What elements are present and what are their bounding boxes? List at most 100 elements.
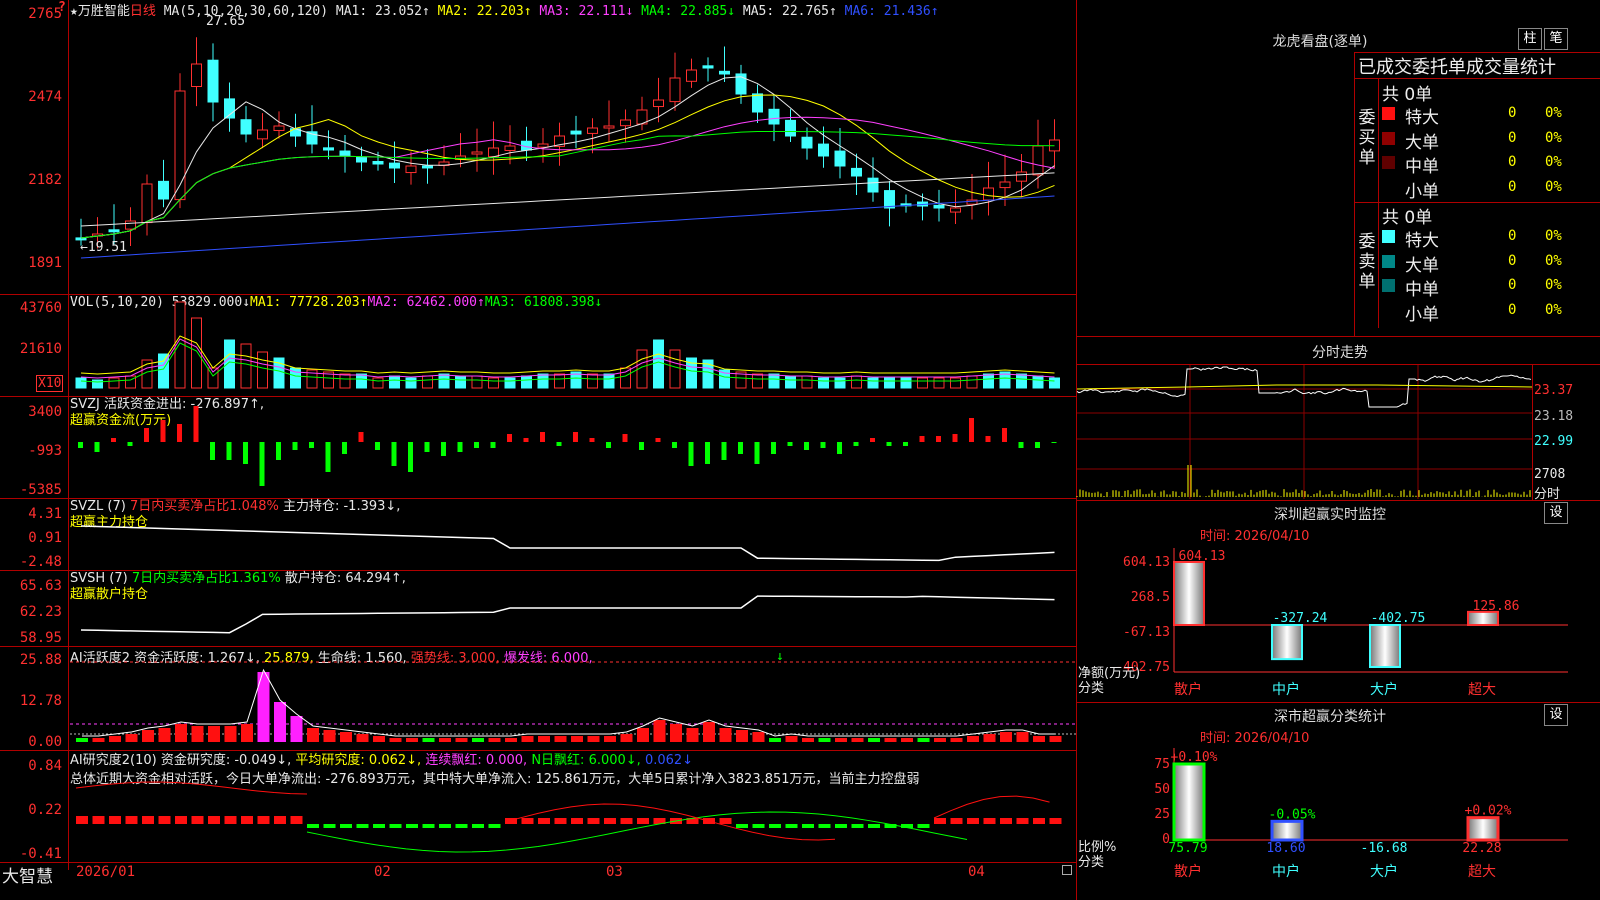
classify-ylabel: 比例%: [1078, 840, 1117, 855]
volume-bar: [933, 377, 945, 389]
order-count: 0: [1508, 129, 1517, 146]
fund-flow-bar: [309, 442, 314, 448]
activity-bar: [818, 738, 831, 742]
candle-body: [686, 69, 697, 82]
volume-bar: [1016, 373, 1027, 389]
research-bar: [917, 824, 930, 828]
volume-bar: [504, 377, 516, 389]
volume-bar: [867, 377, 879, 389]
candlestick-chart[interactable]: [70, 16, 1076, 292]
fund-flow-bar: [672, 442, 677, 448]
research-bar: [439, 824, 451, 828]
research-bar: [637, 818, 649, 824]
tick-view-button[interactable]: 笔: [1544, 28, 1568, 50]
activity-bar: [274, 702, 286, 742]
monitor-axis-title: 净额(万元) 分类: [1078, 666, 1140, 696]
monitor-settings-button[interactable]: 设: [1544, 502, 1568, 524]
vol-axis-label: 43760: [19, 300, 62, 316]
main-force-chart[interactable]: [70, 500, 1076, 570]
activity-bar: [323, 730, 336, 742]
volume-bar: [554, 373, 565, 389]
volume-bar: [224, 339, 235, 389]
monitor-date: 时间: 2026/04/10: [1200, 529, 1310, 544]
activity-bar: [802, 738, 814, 742]
fund-flow-bar: [573, 432, 578, 442]
order-count: 0: [1508, 105, 1517, 121]
activity-bar: [1033, 736, 1045, 742]
fund-flow-bar: [78, 442, 83, 448]
monitor-axis-label: -67.13: [1123, 625, 1170, 640]
activity-bar: [884, 738, 897, 742]
activity-bar: [785, 736, 798, 742]
research-line-red: [933, 795, 1050, 819]
retail-line: [80, 595, 1055, 634]
fund-flow-bar: [804, 442, 809, 450]
intraday-chart[interactable]: [1076, 365, 1533, 499]
volume-bar: [471, 375, 483, 389]
net-amount-bar: [1271, 624, 1303, 661]
fund-flow-bar: [820, 442, 826, 448]
research-bar: [92, 816, 105, 824]
research-bar: [274, 816, 286, 824]
order-size-label: 中单: [1405, 157, 1439, 177]
fund-flow-bar: [606, 442, 611, 448]
research-bar: [818, 824, 831, 828]
fund-flow-chart[interactable]: [70, 398, 1076, 498]
volume-bar: [488, 377, 499, 389]
column-view-button[interactable]: 柱: [1518, 28, 1542, 50]
candle-body: [504, 145, 516, 151]
brand-logo[interactable]: 大智慧: [2, 862, 53, 887]
monitor-title: 深圳超赢实时监控: [1274, 507, 1386, 523]
volume-bar: [851, 375, 862, 389]
volume-chart[interactable]: [70, 296, 1076, 396]
divider: [1378, 78, 1379, 328]
candle-body: [537, 143, 549, 148]
order-size-label: 特大: [1405, 231, 1439, 251]
activity-bar: [472, 738, 484, 742]
fund-flow-bar: [391, 442, 397, 466]
volume-bar: [438, 373, 450, 389]
research-chart[interactable]: [70, 752, 1076, 862]
ratio-chart[interactable]: 7550250+0.10%75.79散户-0.05%18.60中户-16.68大…: [1078, 748, 1600, 900]
net-amount-chart[interactable]: 604.13 268.5 -67.13 -402.75 604.13 散户 -327.24 中…: [1078, 548, 1600, 704]
ma-line: [80, 195, 1055, 259]
candle-body: [653, 99, 664, 108]
retail-holding-chart[interactable]: [70, 572, 1076, 646]
activity-bar: [406, 738, 418, 742]
fund-flow-bar: [259, 442, 265, 486]
research-bar: [109, 816, 121, 824]
color-swatch: [1382, 230, 1395, 243]
monitor-ylabel: 净额(万元): [1078, 666, 1141, 681]
candle-body: [933, 204, 945, 209]
fund-flow-bar: [1018, 442, 1024, 448]
volume-bar: [900, 377, 912, 389]
research-bar: [373, 824, 385, 828]
classify-xlabel: 分类: [1078, 855, 1105, 870]
research-bar: [604, 818, 616, 824]
volume-bar: [818, 377, 829, 389]
classify-axis-title: 比例% 分类: [1078, 840, 1116, 870]
research-bar: [224, 816, 237, 824]
fund-flow-bar: [111, 438, 116, 442]
classify-settings-button[interactable]: 设: [1544, 704, 1568, 726]
divider: [1354, 52, 1355, 336]
intraday-axis-label: 23.37: [1534, 383, 1574, 398]
volume-bar: [92, 379, 103, 389]
fund-flow-bar: [177, 424, 182, 442]
candle-body: [719, 70, 730, 75]
research-bar: [472, 824, 484, 828]
fund-flow-bar: [903, 442, 908, 446]
fund-flow-bar: [556, 442, 562, 446]
candle-body: [801, 136, 813, 149]
classify-title: 深市超赢分类统计: [1274, 709, 1386, 725]
lock-icon[interactable]: [1062, 865, 1072, 875]
activity-bar: [967, 736, 979, 742]
intraday-axis-label: 2708: [1534, 467, 1566, 482]
order-percent: 0%: [1545, 301, 1562, 318]
order-size-label: 中单: [1405, 280, 1439, 300]
activity-bar: [455, 738, 468, 742]
classify-date: 时间: 2026/04/10: [1200, 731, 1310, 746]
volume-bar: [752, 373, 763, 389]
activity-chart[interactable]: ↓: [70, 648, 1076, 750]
volume-bar: [587, 373, 598, 389]
